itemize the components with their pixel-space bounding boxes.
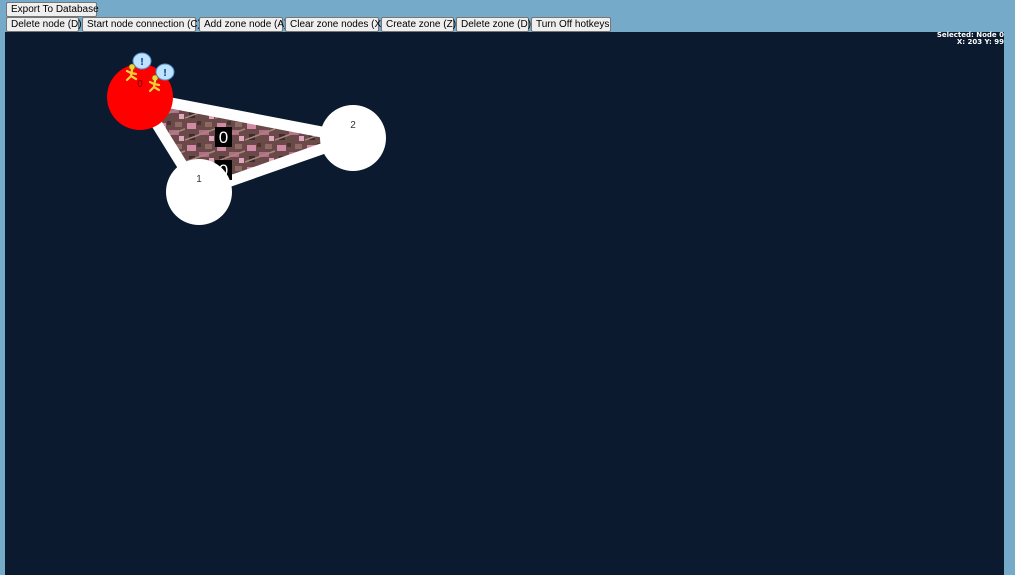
svg-text:!: ! (140, 57, 145, 68)
create-zone-button[interactable]: Create zone (Z) (381, 17, 456, 32)
svg-text:!: ! (163, 68, 168, 79)
graph-svg[interactable]: 0 0 1 2 0 ! ! (5, 32, 1004, 575)
cursor-coords-text: X: 203 Y: 99 (956, 38, 1004, 46)
start-node-connection-button[interactable]: Start node connection (C) (82, 17, 201, 32)
delete-zone-button[interactable]: Delete zone (D) (456, 17, 531, 32)
graph-node[interactable]: 1 (166, 159, 232, 225)
turn-off-hotkeys-button[interactable]: Turn Off hotkeys (531, 17, 611, 32)
edge-label: 0 (215, 127, 232, 147)
add-zone-node-button[interactable]: Add zone node (A) (199, 17, 287, 32)
node-label: 2 (350, 120, 356, 131)
edge-label-text: 0 (219, 128, 228, 147)
selection-status: Selected: Node 0 X: 203 Y: 99 (937, 32, 1004, 46)
node-label: 0 (137, 79, 143, 90)
export-to-database-button[interactable]: Export To Database (6, 2, 99, 17)
node-label: 1 (196, 174, 202, 185)
delete-node-button[interactable]: Delete node (D) (6, 17, 82, 32)
clear-zone-nodes-button[interactable]: Clear zone nodes (X) (285, 17, 385, 32)
graph-canvas[interactable]: 0 0 1 2 0 ! ! (5, 32, 1004, 575)
graph-node[interactable]: 2 (320, 105, 386, 171)
